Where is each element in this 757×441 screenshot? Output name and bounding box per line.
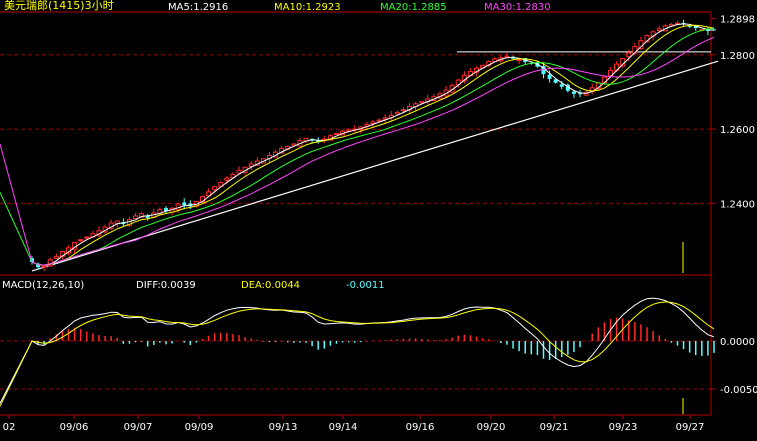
candle-body-up (84, 236, 90, 239)
price-tick-label: 1.2800 (720, 51, 755, 62)
symbol-title: 美元瑞郎(1415)3小时 (4, 0, 114, 12)
price-tick-label: 1.2400 (720, 199, 755, 210)
ma5-label: MA5:1.2916 (168, 2, 228, 13)
date-tick-label: 09/09 (185, 422, 214, 433)
macd-diff-label: DIFF:0.0039 (136, 280, 196, 291)
candle-body-up (41, 265, 47, 268)
price-tick-label: 1.2898 (720, 14, 755, 25)
candle-body-up (394, 111, 400, 115)
macd-name-label: MACD(12,26,10) (2, 280, 84, 291)
date-tick-label: 09/21 (540, 422, 569, 433)
ma5-line (31, 23, 715, 266)
candle-layer (30, 19, 716, 272)
candle-body-up (212, 186, 218, 191)
candle-body-up (400, 109, 406, 112)
macd-tick-label: -0.0050 (720, 385, 757, 396)
candle-body-down (547, 74, 552, 79)
candle-body-up (133, 215, 139, 220)
candle-body-up (78, 239, 84, 242)
macd-layer (0, 297, 715, 407)
date-tick-label: 09/20 (477, 422, 506, 433)
date-tick-label: 02 (3, 422, 16, 433)
candle-body-down (559, 84, 564, 87)
candle-body-up (370, 121, 376, 124)
candle-body-up (376, 119, 382, 122)
ma20-label: MA20:1.2885 (380, 2, 447, 13)
candle-body-up (626, 52, 632, 58)
candle-body-down (571, 91, 576, 94)
macd-tick-label: 0.0000 (720, 337, 755, 348)
date-tick-label: 09/27 (676, 422, 705, 433)
macd-dea-line (0, 301, 715, 407)
ma10-line (31, 24, 715, 266)
macd-dea-label: DEA:0.0044 (241, 280, 300, 291)
candle-body-up (291, 143, 297, 146)
support-trendline (31, 60, 719, 272)
price-chart[interactable]: 1.2898 1.2800 1.2600 1.2400 0.0000 -0.0050 02 0… (0, 0, 757, 441)
candle-body-up (236, 169, 242, 174)
date-tick-label: 09/13 (269, 422, 298, 433)
trend-layer (31, 51, 719, 414)
candle-body-up (53, 255, 59, 259)
ma30-label: MA30:1.2830 (484, 2, 551, 13)
date-tick-label: 09/14 (329, 422, 358, 433)
candle-body-up (224, 177, 230, 181)
macd-diff-line (0, 297, 715, 404)
candle-body-up (333, 133, 339, 136)
candle-body-down (182, 202, 187, 206)
date-tick-label: 09/06 (60, 422, 89, 433)
ma10-label: MA10:1.2923 (274, 2, 341, 13)
macd-value-label: -0.0011 (346, 280, 385, 291)
date-tick-label: 09/23 (609, 422, 638, 433)
date-tick-label: 09/07 (124, 422, 153, 433)
candle-body-up (656, 28, 662, 31)
candle-body-up (419, 101, 425, 104)
price-tick-label: 1.2600 (720, 125, 755, 136)
moving-average-layer (0, 23, 715, 266)
date-tick-label: 09/16 (406, 422, 435, 433)
candle-body-up (516, 59, 522, 62)
